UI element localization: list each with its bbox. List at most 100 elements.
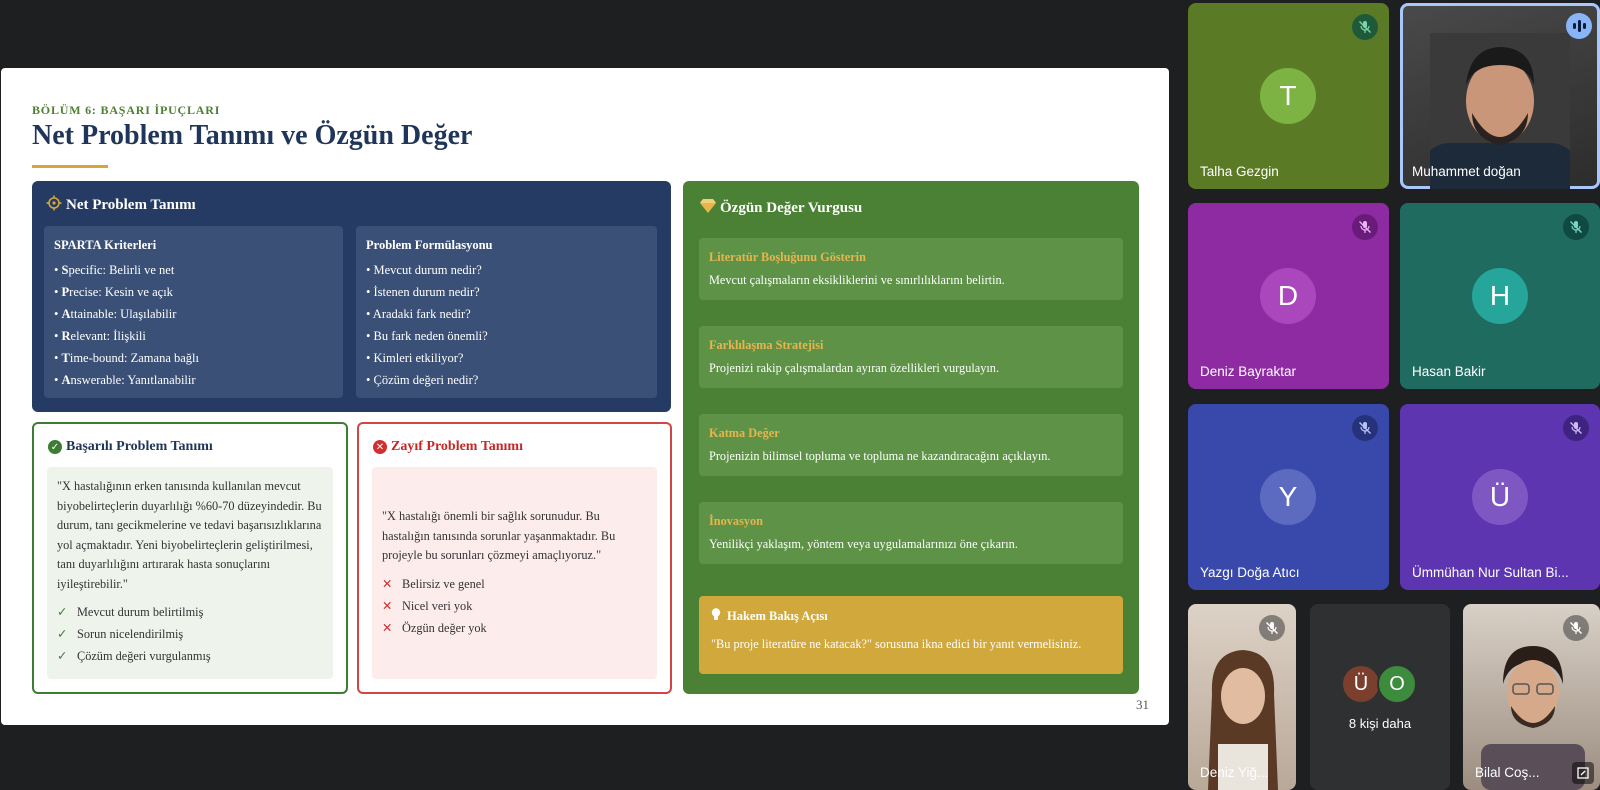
sparta-card: SPARTA Kriterleri • Specific: Belirli ve…: [44, 226, 343, 398]
inovasyon-card: İnovasyon Yenilikçi yaklaşım, yöntem vey…: [699, 502, 1123, 564]
list-item: • Attainable: Ulaşılabilir: [54, 307, 177, 321]
sparta-list: • Specific: Belirli ve net • Precise: Ke…: [54, 259, 333, 391]
card-desc: Projenizin bilimsel topluma ve topluma n…: [709, 449, 1051, 463]
check-icon: ✓: [57, 605, 68, 619]
mic-off-icon: [1352, 415, 1378, 441]
participant-name: Talha Gezgin: [1200, 164, 1279, 179]
mic-off-icon: [1563, 615, 1589, 641]
participant-tile-muhammet[interactable]: Muhammet doğan: [1400, 3, 1600, 189]
list-item: • Time-bound: Zamana bağlı: [54, 351, 199, 365]
mic-off-icon: [1563, 214, 1589, 240]
weak-quote: "X hastalığı önemli bir sağlık sorunudur…: [382, 509, 616, 562]
lightbulb-icon: [711, 608, 721, 625]
farklilasma-card: Farklılaşma Stratejisi Projenizi rakip ç…: [699, 326, 1123, 388]
card-title: Katma Değer: [709, 426, 780, 440]
participant-name: Ümmühan Nur Sultan Bi...: [1412, 565, 1569, 580]
slide-title: Net Problem Tanımı ve Özgün Değer: [32, 120, 473, 151]
participant-tile-hasan[interactable]: H Hasan Bakir: [1400, 203, 1600, 389]
avatar: Ü: [1472, 469, 1528, 525]
list-item: ✓ Sorun nicelendirilmiş: [57, 623, 323, 645]
participant-tile-deniz-y[interactable]: Deniz Yiğ...: [1188, 604, 1296, 790]
x-icon: ✕: [382, 598, 393, 613]
net-problem-panel: Net Problem Tanımı SPARTA Kriterleri • S…: [32, 181, 671, 412]
card-title: Literatür Boşluğunu Gösterin: [709, 250, 866, 264]
card-title: Farklılaşma Stratejisi: [709, 338, 824, 352]
more-participants-label: 8 kişi daha: [1348, 716, 1412, 731]
participant-name: Deniz Bayraktar: [1200, 364, 1297, 379]
mic-off-icon: [1352, 14, 1378, 40]
net-problem-heading: Net Problem Tanımı: [46, 195, 196, 216]
success-quote: "X hastalığının erken tanısında kullanıl…: [57, 479, 322, 591]
more-participants-tile[interactable]: Ü O 8 kişi daha: [1310, 604, 1450, 790]
participant-name: Deniz Yiğ...: [1200, 765, 1269, 780]
participant-tile-yazgi[interactable]: Y Yazgı Doğa Atıcı: [1188, 404, 1389, 590]
page-number: 31: [1136, 697, 1149, 712]
weak-heading-text: Zayıf Problem Tanımı: [391, 439, 523, 454]
check-icon: ✓: [57, 649, 68, 663]
list-item: • Çözüm değeri nedir?: [366, 373, 479, 387]
hakem-desc: "Bu proje literatüre ne katacak?" sorusu…: [711, 637, 1082, 651]
ozgun-deger-heading: Özgün Değer Vurgusu: [700, 199, 862, 218]
list-item: • Aradaki fark nedir?: [366, 307, 471, 321]
success-heading-text: Başarılı Problem Tanımı: [66, 439, 213, 454]
x-icon: ✕: [382, 620, 393, 635]
sparta-title: SPARTA Kriterleri: [54, 238, 157, 252]
mic-off-icon: [1352, 214, 1378, 240]
check-icon: ✓: [57, 627, 68, 641]
list-item: • Relevant: İlişkili: [54, 329, 146, 343]
list-item: • Mevcut durum nedir?: [366, 263, 482, 277]
hakem-title: Hakem Bakış Açısı: [711, 608, 1111, 625]
avatar: Y: [1260, 469, 1316, 525]
participant-name: Hasan Bakir: [1412, 364, 1486, 379]
weak-box: ✕ Zayıf Problem Tanımı "X hastalığı önem…: [357, 422, 672, 694]
avatar: Ü: [1341, 664, 1381, 704]
formulation-title: Problem Formülasyonu: [366, 238, 493, 252]
presentation-slide: BÖLÜM 6: BAŞARI İPUÇLARI Net Problem Tan…: [1, 68, 1169, 725]
list-item: ✓ Çözüm değeri vurgulanmış: [57, 645, 323, 667]
mic-off-icon: [1563, 415, 1589, 441]
diamond-icon: [700, 199, 716, 218]
more-participants-avatars: Ü O: [1341, 664, 1417, 704]
success-heading: ✓ Başarılı Problem Tanımı: [48, 439, 213, 455]
meeting-stage: BÖLÜM 6: BAŞARI İPUÇLARI Net Problem Tan…: [0, 0, 1600, 790]
avatar: D: [1260, 268, 1316, 324]
ozgun-deger-panel: Özgün Değer Vurgusu Literatür Boşluğunu …: [683, 181, 1139, 694]
check-circle-icon: ✓: [48, 440, 62, 454]
x-icon: ✕: [382, 576, 393, 591]
list-item: ✕ Nicel veri yok: [382, 595, 647, 617]
card-title: İnovasyon: [709, 514, 763, 528]
formulation-card: Problem Formülasyonu • Mevcut durum nedi…: [356, 226, 657, 398]
participant-tile-ummuhan[interactable]: Ü Ümmühan Nur Sultan Bi...: [1400, 404, 1600, 590]
weak-crosses: ✕ Belirsiz ve genel ✕ Nicel veri yok ✕ Özgü…: [382, 573, 647, 639]
weak-heading: ✕ Zayıf Problem Tanımı: [373, 439, 523, 455]
participant-name: Bilal Coş...: [1475, 765, 1540, 780]
ozgun-deger-heading-text: Özgün Değer Vurgusu: [720, 200, 863, 216]
list-item: • Specific: Belirli ve net: [54, 263, 175, 277]
card-desc: Projenizi rakip çalışmalardan ayıran öze…: [709, 361, 1000, 375]
x-circle-icon: ✕: [373, 440, 387, 454]
avatar: T: [1260, 68, 1316, 124]
katma-deger-card: Katma Değer Projenizin bilimsel topluma …: [699, 414, 1123, 476]
avatar: H: [1472, 268, 1528, 324]
list-item: • Answerable: Yanıtlanabilir: [54, 373, 196, 387]
participant-tile-deniz-b[interactable]: D Deniz Bayraktar: [1188, 203, 1389, 389]
card-desc: Yenilikçi yaklaşım, yöntem veya uygulama…: [709, 537, 1018, 551]
title-underline: [32, 165, 108, 168]
participant-tile-talha[interactable]: T Talha Gezgin: [1188, 3, 1389, 189]
list-item: • Bu fark neden önemli?: [366, 329, 488, 343]
participant-name: Muhammet doğan: [1412, 164, 1521, 179]
success-checks: ✓ Mevcut durum belirtilmiş ✓ Sorun nicelen…: [57, 601, 323, 667]
weak-quote-box: "X hastalığı önemli bir sağlık sorunudur…: [372, 467, 657, 679]
participant-name: Yazgı Doğa Atıcı: [1200, 565, 1300, 580]
slide-section-label: BÖLÜM 6: BAŞARI İPUÇLARI: [32, 103, 221, 117]
formulation-list: • Mevcut durum nedir? • İstenen durum ne…: [366, 259, 647, 391]
list-item: • Kimleri etkiliyor?: [366, 351, 464, 365]
participant-tile-bilal[interactable]: Bilal Coş...: [1463, 604, 1600, 790]
literatur-card: Literatür Boşluğunu Gösterin Mevcut çalı…: [699, 238, 1123, 300]
mic-off-icon: [1259, 615, 1285, 641]
speaking-indicator-icon: [1566, 13, 1592, 39]
target-icon: [46, 195, 62, 216]
expand-icon[interactable]: [1572, 762, 1594, 784]
list-item: • İstenen durum nedir?: [366, 285, 480, 299]
card-desc: Mevcut çalışmaların eksikliklerini ve sı…: [709, 273, 1005, 287]
